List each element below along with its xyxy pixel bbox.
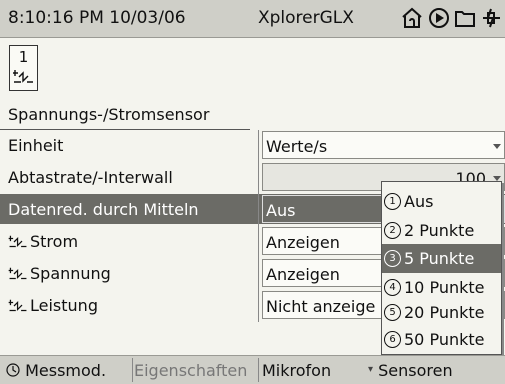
option-label: 50 Punkte (404, 330, 485, 349)
dropdown-option[interactable]: 6 50 Punkte (382, 325, 501, 354)
option-label: Aus (404, 192, 434, 211)
clock-icon (6, 363, 20, 377)
spannung-value: Anzeigen (266, 265, 340, 284)
column-divider (258, 258, 259, 290)
voltage-current-sensor-icon (8, 299, 27, 311)
option-label: 2 Punkte (404, 221, 475, 240)
row-einheit[interactable]: Einheit Werte/s (0, 130, 505, 162)
status-icons (400, 6, 502, 30)
status-bar: 8:10:16 PM 10/03/06 XplorerGLX (0, 0, 505, 38)
option-label: 20 Punkte (404, 303, 485, 322)
strom-value: Anzeigen (266, 233, 340, 252)
option-label: 5 Punkte (404, 249, 475, 268)
power-icon[interactable] (480, 6, 502, 30)
softkey-bar: Messmod. Eigenschaften Mikrofon ▾ Sensor… (0, 355, 505, 384)
row-label-wrap: Spannung (8, 264, 111, 283)
softkey-label: Eigenschaften (134, 361, 248, 380)
option-number-icon: 3 (384, 250, 401, 267)
option-number-icon: 1 (384, 193, 401, 210)
row-label: Datenred. durch Mitteln (8, 200, 199, 219)
option-number-icon: 4 (384, 279, 401, 296)
column-divider (258, 226, 259, 258)
play-icon[interactable] (428, 6, 450, 30)
dropdown-option[interactable]: 1 Aus (382, 187, 501, 216)
softkey-mikrofon[interactable]: Mikrofon (262, 361, 331, 380)
data-reduction-dropdown[interactable]: 1 Aus 2 2 Punkte 3 5 Punkte 4 10 Punkte … (381, 181, 502, 355)
sensor-header: 1 Spannungs-/Stromsensor (0, 38, 250, 130)
option-number-icon: 2 (384, 222, 401, 239)
dropdown-option-selected[interactable]: 3 5 Punkte (382, 244, 501, 273)
unit-select[interactable]: Werte/s (262, 131, 505, 159)
sensor-title: Spannungs-/Stromsensor (8, 105, 210, 124)
softkey-label: Sensoren (378, 361, 453, 380)
data-reduction-value: Aus (266, 201, 296, 220)
column-divider (258, 162, 259, 194)
folder-icon[interactable] (454, 6, 476, 30)
column-divider (258, 130, 259, 162)
chevron-down-icon: ▾ (368, 364, 374, 375)
column-divider (258, 290, 259, 322)
leistung-label: Leistung (30, 296, 98, 315)
voltage-current-sensor-icon (13, 70, 33, 83)
option-number-icon: 5 (384, 304, 401, 321)
unit-value: Werte/s (266, 137, 328, 156)
app-title: XplorerGLX (258, 8, 354, 28)
row-label: Abtastrate/-Interwall (8, 168, 173, 187)
strom-label: Strom (30, 232, 79, 251)
softkey-divider (258, 358, 259, 382)
column-divider (258, 194, 259, 226)
home-icon[interactable] (400, 6, 424, 30)
softkey-sensoren[interactable]: ▾ Sensoren (368, 361, 453, 380)
row-label-wrap: Leistung (8, 296, 98, 315)
sensor-badge: 1 (9, 45, 38, 91)
chevron-down-icon (493, 144, 501, 149)
dropdown-option[interactable]: 5 20 Punkte (382, 298, 501, 327)
softkey-eigenschaften[interactable]: Eigenschaften (134, 361, 247, 380)
spannung-label: Spannung (30, 264, 111, 283)
voltage-current-sensor-icon (8, 235, 27, 247)
leistung-value: Nicht anzeige (266, 297, 376, 316)
row-label: Einheit (8, 136, 64, 155)
option-label: 10 Punkte (404, 278, 485, 297)
clock-text: 8:10:16 PM 10/03/06 (8, 8, 186, 28)
dropdown-option[interactable]: 2 2 Punkte (382, 216, 501, 245)
softkey-label: Messmod. (25, 361, 107, 380)
row-label-wrap: Strom (8, 232, 78, 251)
option-number-icon: 6 (384, 331, 401, 348)
sensor-number: 1 (18, 48, 29, 66)
softkey-messmodus[interactable]: Messmod. (6, 361, 106, 380)
softkey-divider (132, 358, 133, 382)
softkey-label: Mikrofon (262, 361, 332, 380)
voltage-current-sensor-icon (8, 267, 27, 279)
